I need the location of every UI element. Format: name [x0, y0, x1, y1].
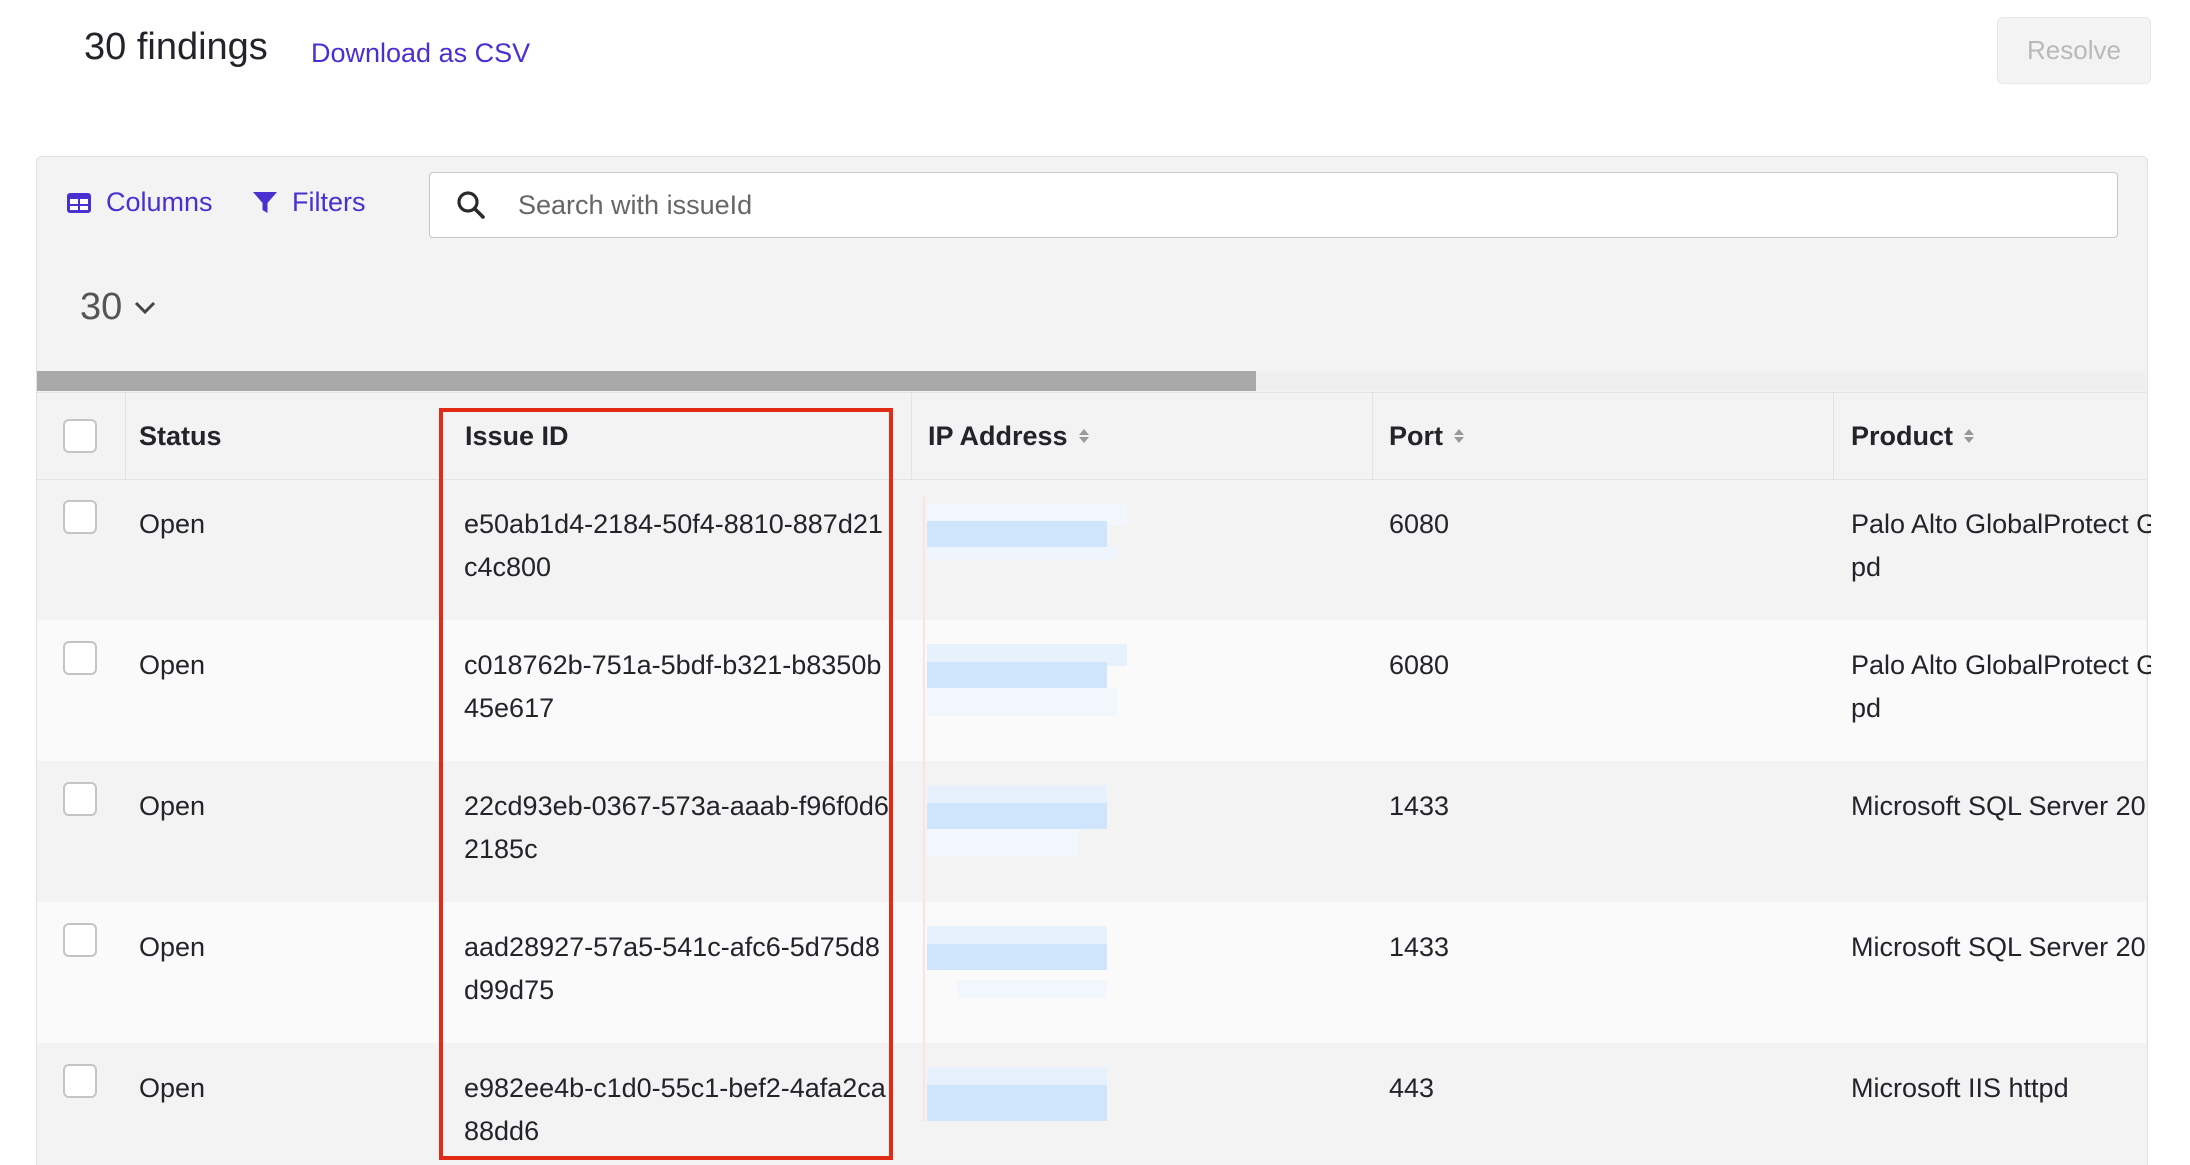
- product-cell: Palo Alto GlobalProtect G pd: [1851, 644, 2151, 730]
- search-box[interactable]: [429, 172, 2118, 238]
- filters-label: Filters: [292, 187, 366, 217]
- status-cell: Open: [139, 509, 206, 539]
- column-divider: [125, 393, 126, 479]
- column-header-label: Status: [139, 420, 222, 451]
- horizontal-scrollbar-thumb[interactable]: [37, 371, 1256, 391]
- row-checkbox[interactable]: [63, 641, 97, 675]
- row-checkbox[interactable]: [63, 1064, 97, 1098]
- row-checkbox[interactable]: [63, 923, 97, 957]
- sort-arrows-icon[interactable]: [1453, 427, 1465, 445]
- column-header-issue-id[interactable]: Issue ID: [465, 393, 569, 479]
- column-divider: [1833, 393, 1834, 479]
- product-cell: Microsoft IIS httpd: [1851, 1067, 2151, 1110]
- funnel-icon: [252, 191, 278, 215]
- issue-id-cell: c018762b-751a-5bdf-b321-b8350b45e617: [464, 650, 882, 723]
- status-cell: Open: [139, 791, 206, 821]
- product-line-1: Microsoft IIS httpd: [1851, 1073, 2069, 1103]
- port-cell: 6080: [1389, 509, 1450, 539]
- status-cell: Open: [139, 932, 206, 962]
- table-row[interactable]: Open c018762b-751a-5bdf-b321-b8350b45e61…: [37, 620, 2151, 761]
- product-line-1: Palo Alto GlobalProtect G: [1851, 650, 2151, 680]
- table-row[interactable]: Open aad28927-57a5-541c-afc6-5d75d8d99d7…: [37, 902, 2146, 1043]
- resolve-label: Resolve: [2027, 35, 2121, 65]
- product-line-1: Microsoft SQL Server 20: [1851, 791, 2146, 821]
- issue-id-cell: aad28927-57a5-541c-afc6-5d75d8d99d75: [464, 932, 880, 1005]
- port-cell: 1433: [1389, 791, 1450, 821]
- product-line-2: pd: [1851, 552, 1882, 582]
- table-row[interactable]: Open e982ee4b-c1d0-55c1-bef2-4afa2ca88dd…: [37, 1043, 2146, 1164]
- magnifier-icon: [456, 190, 500, 220]
- column-header-status[interactable]: Status: [139, 393, 222, 479]
- column-header-label: Issue ID: [465, 420, 569, 451]
- findings-count: 30 findings: [84, 26, 268, 68]
- port-cell: 443: [1389, 1073, 1435, 1103]
- columns-label: Columns: [106, 187, 213, 217]
- table-grid-icon: [66, 192, 92, 214]
- filters-button[interactable]: Filters: [252, 187, 366, 218]
- page-size-select[interactable]: 30: [80, 286, 156, 329]
- columns-button[interactable]: Columns: [66, 187, 213, 218]
- column-divider: [911, 393, 912, 479]
- resolve-button[interactable]: Resolve: [1997, 17, 2151, 84]
- page-size-value: 30: [80, 286, 123, 328]
- row-checkbox[interactable]: [63, 782, 97, 816]
- product-cell: Palo Alto GlobalProtect G pd: [1851, 503, 2151, 589]
- table-row[interactable]: Open 22cd93eb-0367-573a-aaab-f96f0d62185…: [37, 761, 2146, 902]
- chevron-down-icon: [134, 301, 156, 315]
- table-header: Status Issue ID IP Address Port Product: [37, 392, 2146, 480]
- port-cell: 6080: [1389, 650, 1450, 680]
- product-cell: Microsoft SQL Server 20: [1851, 785, 2151, 828]
- select-all-checkbox[interactable]: [63, 419, 97, 453]
- status-cell: Open: [139, 650, 206, 680]
- column-header-label: IP Address: [928, 420, 1068, 451]
- issue-id-cell: e50ab1d4-2184-50f4-8810-887d21c4c800: [464, 509, 883, 582]
- sort-arrows-icon[interactable]: [1963, 427, 1975, 445]
- column-header-port[interactable]: Port: [1389, 393, 1465, 479]
- port-cell: 1433: [1389, 932, 1450, 962]
- issue-id-cell: 22cd93eb-0367-573a-aaab-f96f0d62185c: [464, 791, 889, 864]
- product-line-1: Palo Alto GlobalProtect G: [1851, 509, 2151, 539]
- search-input[interactable]: [516, 188, 2117, 222]
- download-csv-link[interactable]: Download as CSV: [311, 38, 530, 69]
- column-header-label: Product: [1851, 420, 1954, 451]
- table-row[interactable]: Open e50ab1d4-2184-50f4-8810-887d21c4c80…: [37, 479, 2151, 620]
- row-checkbox[interactable]: [63, 500, 97, 534]
- product-line-1: Microsoft SQL Server 20: [1851, 932, 2146, 962]
- column-header-label: Port: [1389, 420, 1443, 451]
- column-header-ip-address[interactable]: IP Address: [928, 393, 1090, 479]
- column-header-product[interactable]: Product: [1851, 393, 1975, 479]
- product-cell: Microsoft SQL Server 20: [1851, 926, 2151, 969]
- product-line-2: pd: [1851, 693, 1882, 723]
- status-cell: Open: [139, 1073, 206, 1103]
- sort-arrows-icon[interactable]: [1078, 427, 1090, 445]
- issue-id-cell: e982ee4b-c1d0-55c1-bef2-4afa2ca88dd6: [464, 1073, 886, 1146]
- column-divider: [1372, 393, 1373, 479]
- column-edge-line: [923, 496, 925, 1122]
